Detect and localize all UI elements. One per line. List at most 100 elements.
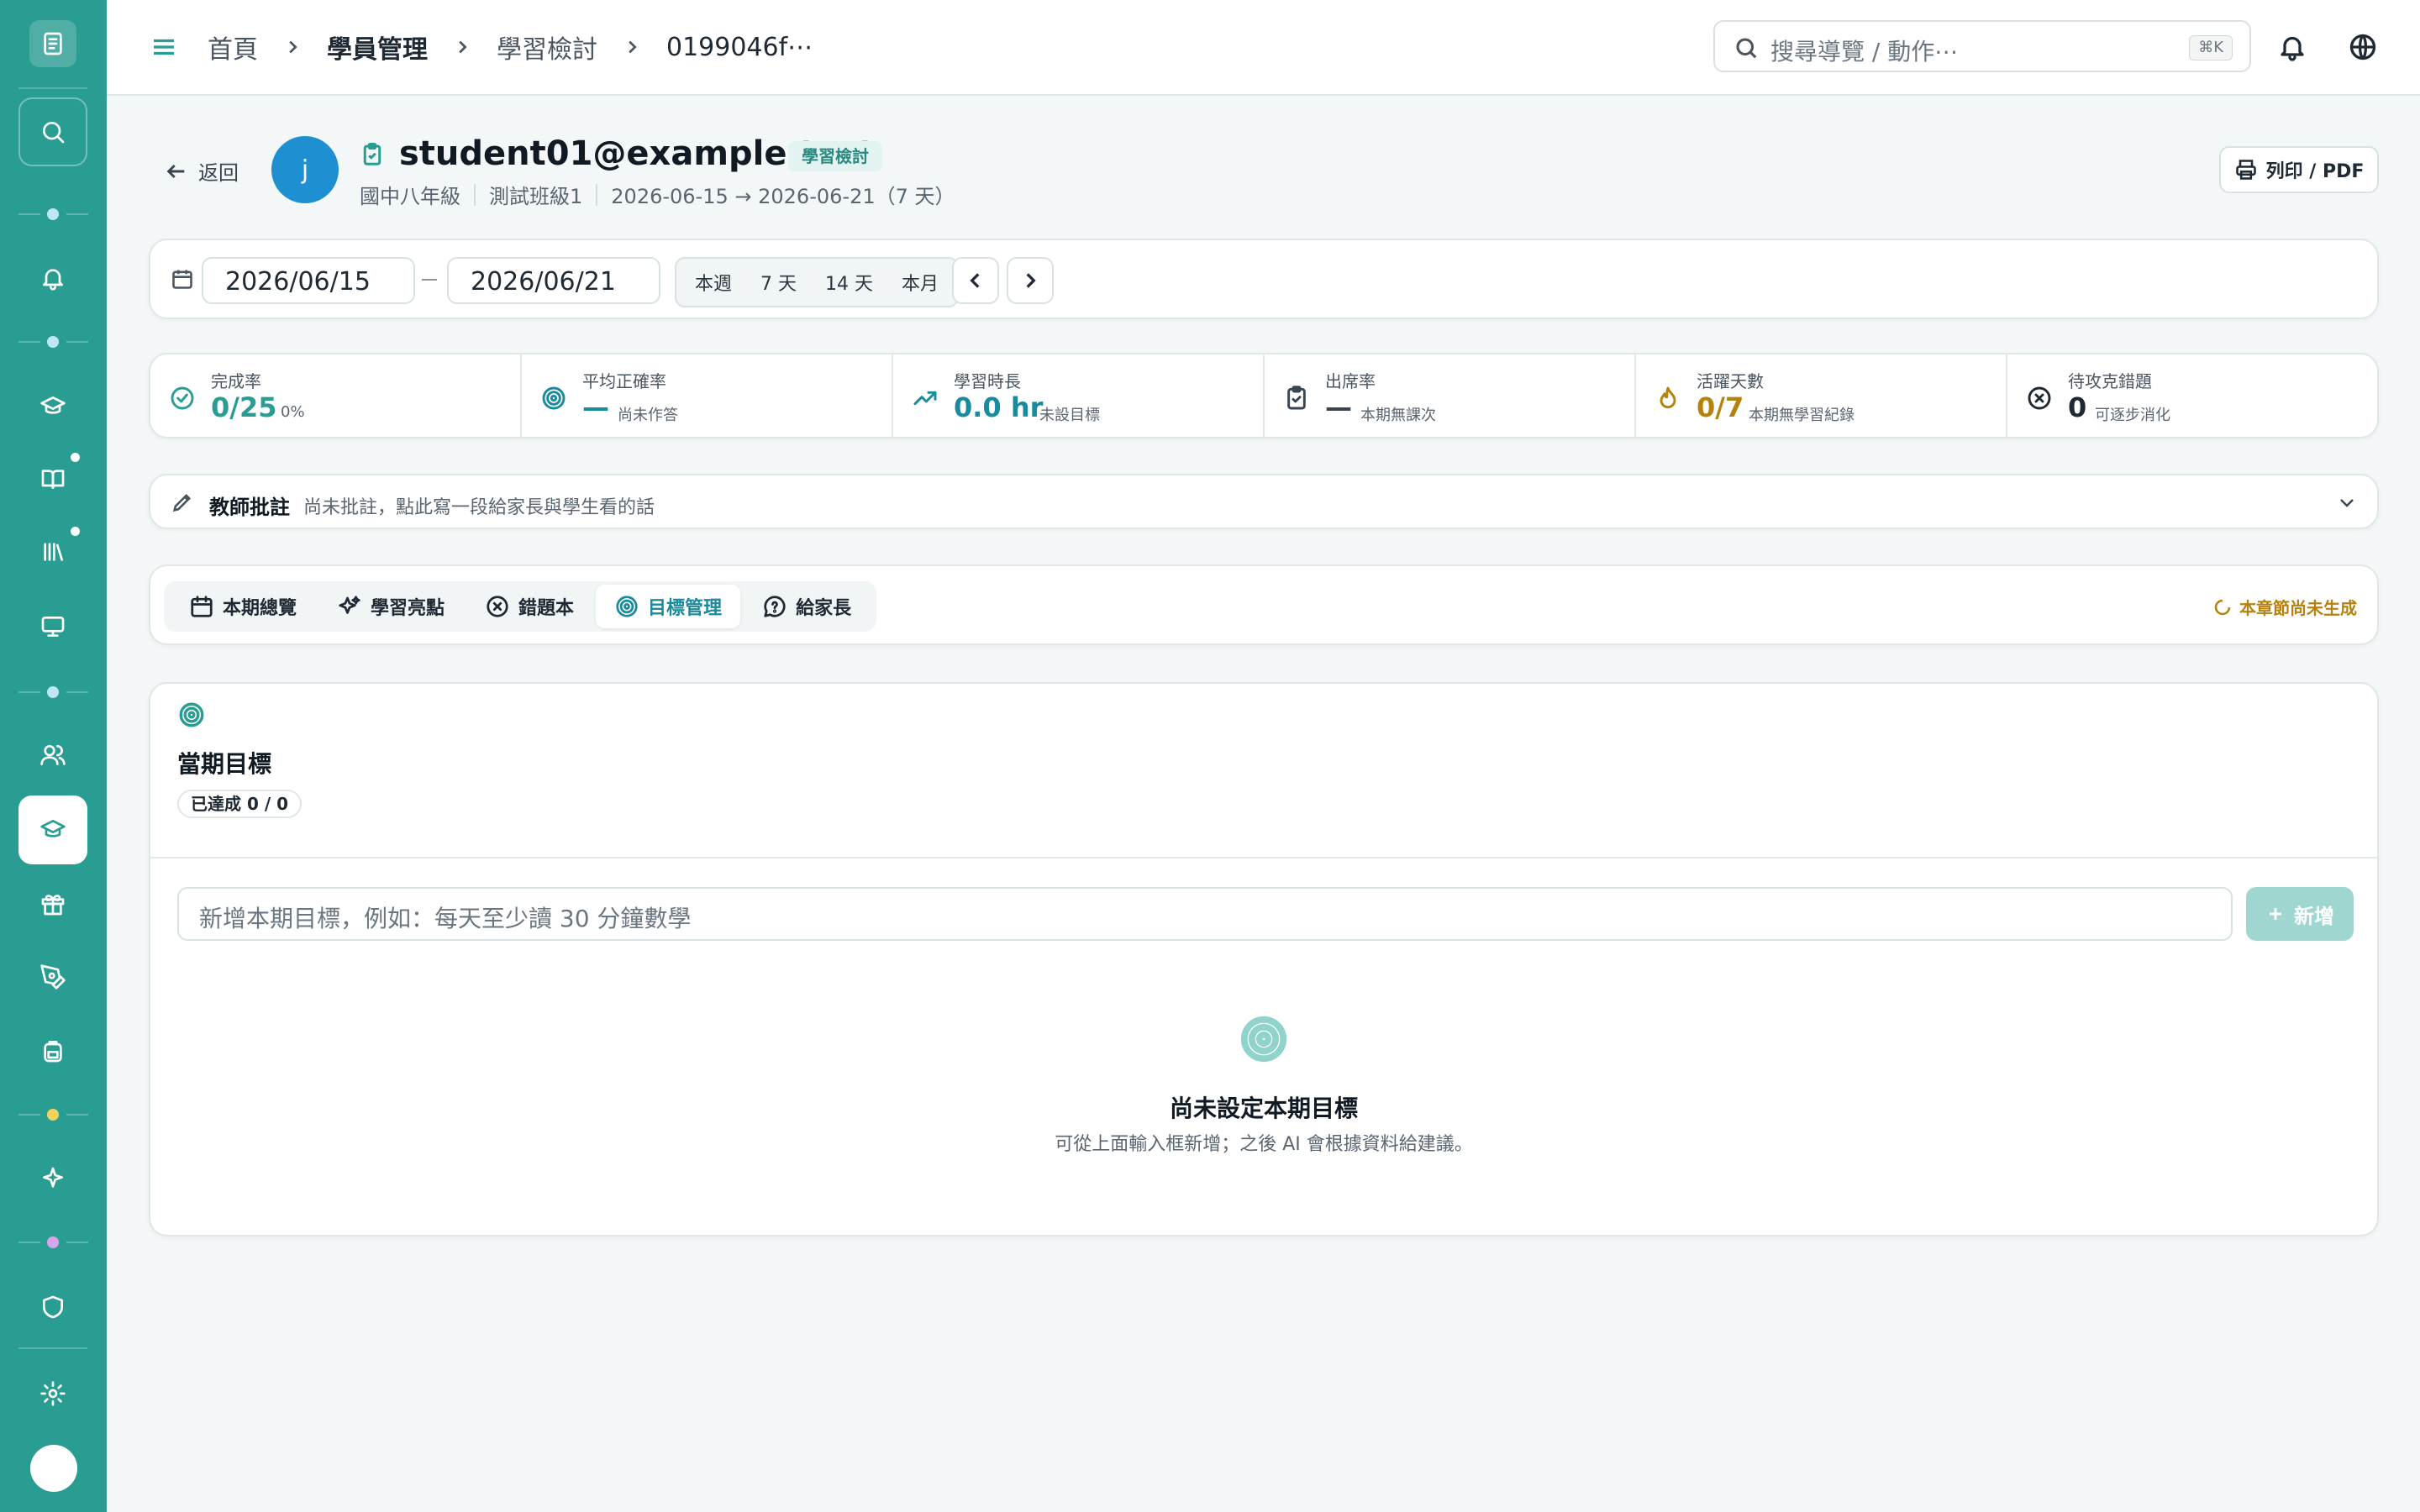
- library-icon: [44, 543, 63, 561]
- sidebar-group-divider: [0, 1236, 107, 1248]
- generation-status-text: 本章節尚未生成: [2239, 598, 2357, 618]
- next-period-button[interactable]: [1007, 257, 1054, 304]
- tab-mistake-book[interactable]: 錯題本: [466, 585, 592, 628]
- search-icon: [1736, 38, 1757, 59]
- teacher-note-card[interactable]: 教師批註 尚未批註，點此寫一段給家長與學生看的話: [149, 474, 2379, 529]
- target-icon: [616, 596, 638, 617]
- globe-icon[interactable]: [2348, 32, 2378, 62]
- bell-icon: [43, 269, 63, 291]
- stat-sub: 尚未作答: [618, 407, 678, 424]
- preset-this-month[interactable]: 本月: [892, 269, 949, 296]
- end-date-input[interactable]: 2026/06/21: [447, 257, 660, 304]
- sparkles-icon: [339, 596, 360, 614]
- sidebar-item-backpack[interactable]: [18, 1016, 87, 1085]
- page-type-badge: 學習檢討: [788, 141, 882, 171]
- x-circle-icon: [2028, 386, 2051, 410]
- notification-dot: [71, 527, 80, 536]
- stat-value: 0/25: [211, 391, 277, 423]
- breadcrumb: 首頁 學員管理 學習檢討 0199046f⋯: [208, 29, 813, 66]
- breadcrumb-student-management[interactable]: 學員管理: [327, 29, 428, 66]
- tab-highlights[interactable]: 學習亮點: [318, 585, 463, 628]
- meta-divider: [596, 183, 598, 206]
- stat-average-accuracy: 平均正確率 — 尚未作答: [522, 354, 893, 437]
- global-search-input[interactable]: 搜尋導覽 / 動作⋯ ⌘K: [1713, 20, 2251, 72]
- user-avatar[interactable]: [30, 1445, 77, 1492]
- empty-state-subtitle: 可從上面輸入框新增；之後 AI 會根據資料給建議。: [1055, 1134, 1473, 1155]
- chevron-left-icon: [970, 273, 980, 288]
- clipboard-check-icon: [363, 143, 381, 165]
- print-pdf-button[interactable]: 列印 / PDF: [2219, 146, 2379, 193]
- stat-sub: 0%: [281, 403, 305, 421]
- sidebar-search-button[interactable]: [18, 97, 87, 166]
- stat-sub: 可逐步消化: [2095, 407, 2170, 424]
- sidebar-divider: [18, 87, 87, 89]
- chevron-right-icon: [459, 40, 467, 54]
- tab-period-overview[interactable]: 本期總覽: [171, 585, 315, 628]
- meta-divider: [474, 183, 476, 206]
- backpack-icon: [44, 1041, 62, 1063]
- stat-active-days: 活躍天數 0/7 本期無學習紀錄: [1636, 354, 2007, 437]
- search-placeholder: 搜尋導覽 / 動作⋯: [1770, 38, 1959, 66]
- student-meta: 國中八年級 測試班級1 2026-06-15 → 2026-06-21（7 天）: [360, 180, 955, 209]
- stat-label: 平均正確率: [582, 371, 666, 391]
- menu-icon[interactable]: [149, 32, 179, 62]
- app-logo-icon[interactable]: [29, 20, 76, 67]
- target-icon: [1240, 1016, 1287, 1063]
- back-button[interactable]: 返回: [165, 156, 239, 186]
- bell-icon[interactable]: [2277, 32, 2307, 62]
- previous-period-button[interactable]: [952, 257, 999, 304]
- sidebar-item-design[interactable]: [18, 942, 87, 1011]
- stat-sub: 本期無學習紀錄: [1749, 407, 1854, 424]
- breadcrumb-current: 0199046f⋯: [666, 32, 813, 62]
- goals-achieved-badge: 已達成 0 / 0: [177, 790, 302, 818]
- pen-tool-icon: [40, 964, 66, 990]
- sidebar-item-security[interactable]: [18, 1273, 87, 1341]
- sidebar-item-users[interactable]: [18, 721, 87, 790]
- tab-goal-management[interactable]: 目標管理: [596, 585, 741, 628]
- add-goal-button[interactable]: 新增: [2246, 887, 2354, 941]
- preset-14-days[interactable]: 14 天: [815, 269, 883, 296]
- preset-7-days[interactable]: 7 天: [750, 269, 807, 296]
- stat-label: 學習時長: [954, 371, 1021, 391]
- graduation-cap-icon: [40, 820, 66, 837]
- stat-value: —: [582, 391, 609, 423]
- sidebar-group-divider: [0, 208, 107, 220]
- tab-bar: 本期總覽 學習亮點 錯題本 目標管理 給家長: [164, 581, 877, 632]
- tab-for-parents[interactable]: 給家長: [744, 585, 870, 628]
- sidebar-divider: [18, 1347, 87, 1349]
- breadcrumb-review[interactable]: 學習檢討: [497, 29, 597, 66]
- sidebar-item-ai[interactable]: [18, 1144, 87, 1213]
- target-icon: [179, 702, 204, 727]
- date-preset-group: 本週 7 天 14 天 本月: [675, 257, 960, 307]
- open-book-icon: [41, 470, 65, 489]
- printer-icon: [2235, 160, 2256, 180]
- sidebar-item-courses[interactable]: [18, 372, 87, 441]
- sidebar-item-settings[interactable]: [18, 1359, 87, 1428]
- calendar-icon: [191, 596, 213, 617]
- date-range-card: 2026/06/15 2026/06/21 本週 7 天 14 天 本月: [149, 239, 2379, 319]
- breadcrumb-home[interactable]: 首頁: [208, 29, 258, 66]
- sparkles-icon: [43, 1167, 63, 1188]
- sidebar-item-classroom[interactable]: [18, 592, 87, 661]
- target-icon: [542, 386, 566, 410]
- stat-value: 0.0 hr: [954, 391, 1044, 423]
- teacher-note-hint: 尚未批註，點此寫一段給家長與學生看的話: [303, 497, 655, 518]
- student-avatar: j: [271, 136, 339, 203]
- sidebar-item-student-management[interactable]: [18, 795, 87, 864]
- message-question-icon: [764, 596, 786, 617]
- sidebar-item-notifications[interactable]: [18, 244, 87, 312]
- preset-this-week[interactable]: 本週: [685, 269, 742, 296]
- flame-icon: [1660, 386, 1676, 409]
- stat-label: 出席率: [1325, 371, 1376, 391]
- stat-label: 待攻克錯題: [2068, 371, 2152, 391]
- sidebar-group-divider: [0, 1109, 107, 1121]
- gift-icon: [41, 895, 65, 916]
- chevron-down-icon[interactable]: [2337, 492, 2357, 512]
- check-circle-icon: [171, 386, 194, 410]
- sidebar-item-rewards[interactable]: [18, 869, 87, 938]
- new-goal-input[interactable]: 新增本期目標，例如：每天至少讀 30 分鐘數學: [177, 887, 2233, 941]
- start-date-input[interactable]: 2026/06/15: [202, 257, 415, 304]
- sidebar-group-divider: [0, 336, 107, 348]
- tab-label: 本期總覽: [223, 598, 297, 619]
- graduation-cap-icon: [40, 396, 66, 414]
